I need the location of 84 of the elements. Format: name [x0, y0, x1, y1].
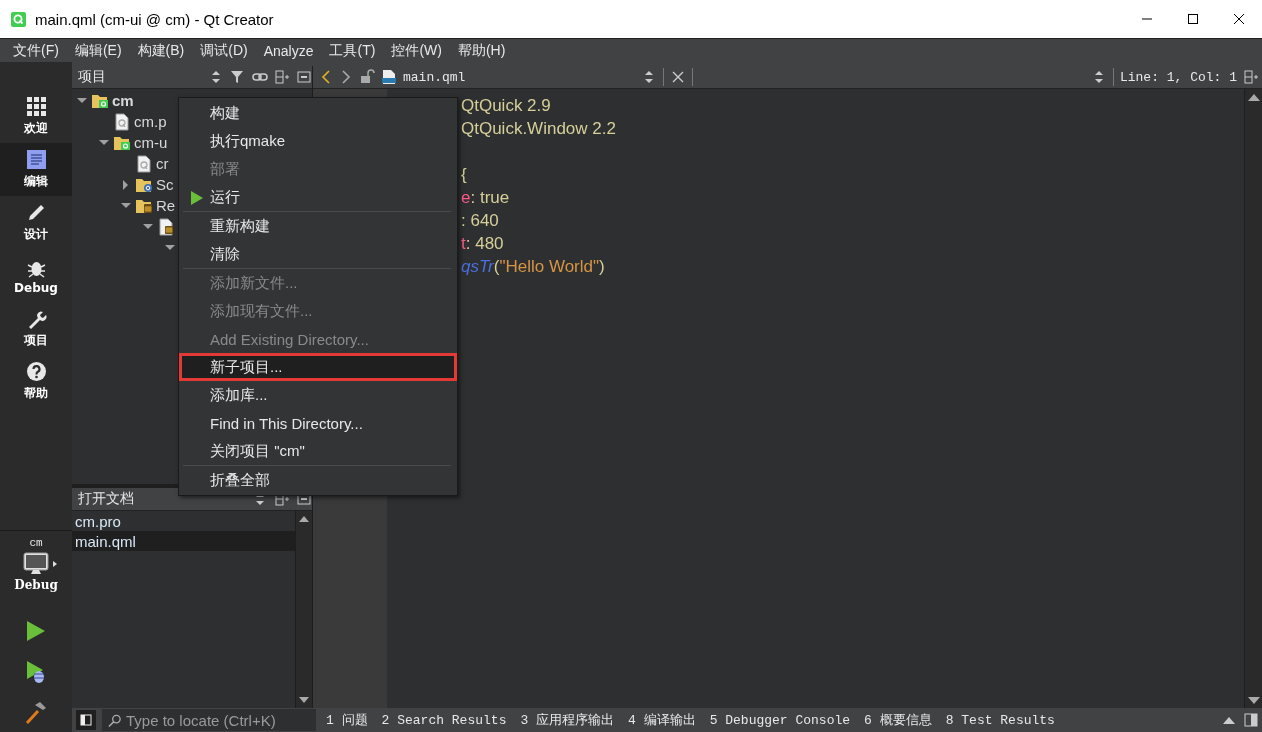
back-icon[interactable] [319, 69, 333, 85]
document-icon [25, 149, 47, 170]
menu-item[interactable]: Find in This Directory... [179, 409, 457, 437]
output-pane-tab[interactable]: 4 编译输出 [624, 711, 700, 729]
menu-item[interactable]: 文件(F) [6, 39, 66, 62]
output-pane-tab[interactable]: 1 问题 [322, 711, 372, 729]
forward-icon[interactable] [339, 69, 353, 85]
search-icon [108, 712, 122, 728]
sidebar-icon [80, 714, 92, 726]
kit-selector[interactable] [22, 552, 58, 575]
caret-icon [51, 559, 58, 568]
menu-item[interactable]: 清除 [179, 240, 457, 268]
menu-item[interactable]: 构建 [179, 99, 457, 127]
unlock-icon [359, 69, 375, 85]
run-icon [190, 190, 203, 206]
split-icon[interactable] [274, 69, 290, 85]
output-pane-tab[interactable]: 8 Test Results [941, 712, 1059, 728]
app-logo-icon [10, 10, 27, 28]
mode-tab[interactable]: 项目 [0, 302, 72, 355]
document-item[interactable]: main.qml [72, 531, 295, 551]
menu-item[interactable]: 编辑(E) [67, 39, 129, 62]
file-icon [381, 69, 397, 85]
menu-item[interactable]: 构建(B) [130, 39, 192, 62]
menu-item[interactable]: 调试(D) [193, 39, 255, 62]
menu-item[interactable]: 工具(T) [322, 39, 383, 62]
cursor-position: Line: 1, Col: 1 [1119, 69, 1237, 85]
tree-item[interactable]: cr [156, 155, 169, 172]
open-file-selector[interactable]: main.qml [403, 69, 635, 85]
mode-tab[interactable]: Debug [0, 249, 72, 302]
mode-tab[interactable]: 编辑 [0, 143, 72, 196]
menu-item[interactable]: 重新构建 [179, 212, 457, 240]
locator-field[interactable]: Type to locate (Ctrl+K) [102, 709, 316, 731]
output-pane-tab[interactable]: 6 概要信息 [860, 711, 936, 729]
debug-run-icon[interactable] [25, 660, 47, 684]
file-icon [135, 154, 153, 173]
output-pane-tab[interactable]: 2 Search Results [377, 712, 511, 728]
scrollbar[interactable] [1244, 89, 1262, 708]
code-line: : 640 [461, 210, 500, 232]
monitor-icon [22, 552, 49, 575]
menu-item[interactable]: 执行qmake [179, 127, 457, 155]
mode-tab[interactable]: 设计 [0, 196, 72, 249]
code-line: qsTr("Hello World") [461, 256, 606, 278]
build-config-label: Debug [14, 578, 58, 592]
panel-title: 打开文档 [78, 490, 135, 508]
tree-item[interactable]: cm.p [134, 113, 167, 130]
mode-tab[interactable]: 欢迎 [0, 90, 72, 143]
help-icon [25, 361, 47, 382]
code-line: e: true [461, 187, 511, 209]
maximize-pane-icon[interactable] [1243, 712, 1259, 728]
tree-item[interactable]: cm [112, 92, 134, 109]
tree-item[interactable]: Sc [156, 176, 174, 193]
tree-item[interactable]: cm-u [134, 134, 168, 151]
code-line: QtQuick 2.9 [461, 95, 552, 117]
window-title: main.qml (cm-ui @ cm) - Qt Creator [35, 10, 275, 28]
split-icon[interactable] [1243, 69, 1259, 85]
grid-icon [25, 96, 47, 117]
kit-project-label: cm [29, 537, 43, 549]
menu-item[interactable]: 新子项目... [179, 353, 457, 381]
output-pane-tab[interactable]: 5 Debugger Console [705, 712, 855, 728]
menu-item[interactable]: 帮助(H) [450, 39, 513, 62]
panel-title: 项目 [78, 68, 107, 86]
output-pane-tab[interactable]: 3 应用程序输出 [516, 711, 619, 729]
code-line: { [461, 164, 468, 186]
code-line: QtQuick.Window 2.2 [461, 118, 617, 140]
close-icon [1233, 13, 1245, 25]
hammer-icon[interactable] [25, 701, 47, 725]
maximize-icon [1187, 13, 1199, 25]
run-icon[interactable] [25, 619, 47, 643]
close-panel-icon[interactable] [296, 69, 312, 85]
menu-item[interactable]: 添加库... [179, 381, 457, 409]
menu-item[interactable]: Analyze [256, 40, 321, 61]
document-item[interactable]: cm.pro [72, 511, 295, 531]
tree-item[interactable]: Re [156, 197, 176, 214]
scrollbar[interactable] [295, 511, 312, 708]
menu-item[interactable]: 运行 [179, 183, 457, 211]
menu-item[interactable]: 控件(W) [384, 39, 449, 62]
code-line: t: 480 [461, 233, 505, 255]
filter-icon[interactable] [230, 69, 246, 85]
file-icon [157, 217, 175, 236]
menu-item[interactable]: 关闭项目 "cm" [179, 437, 457, 465]
toggle-sidebar-button[interactable] [76, 710, 96, 730]
menu-item[interactable]: 折叠全部 [179, 466, 457, 494]
mode-tab[interactable]: 帮助 [0, 355, 72, 408]
file-icon [113, 112, 131, 131]
